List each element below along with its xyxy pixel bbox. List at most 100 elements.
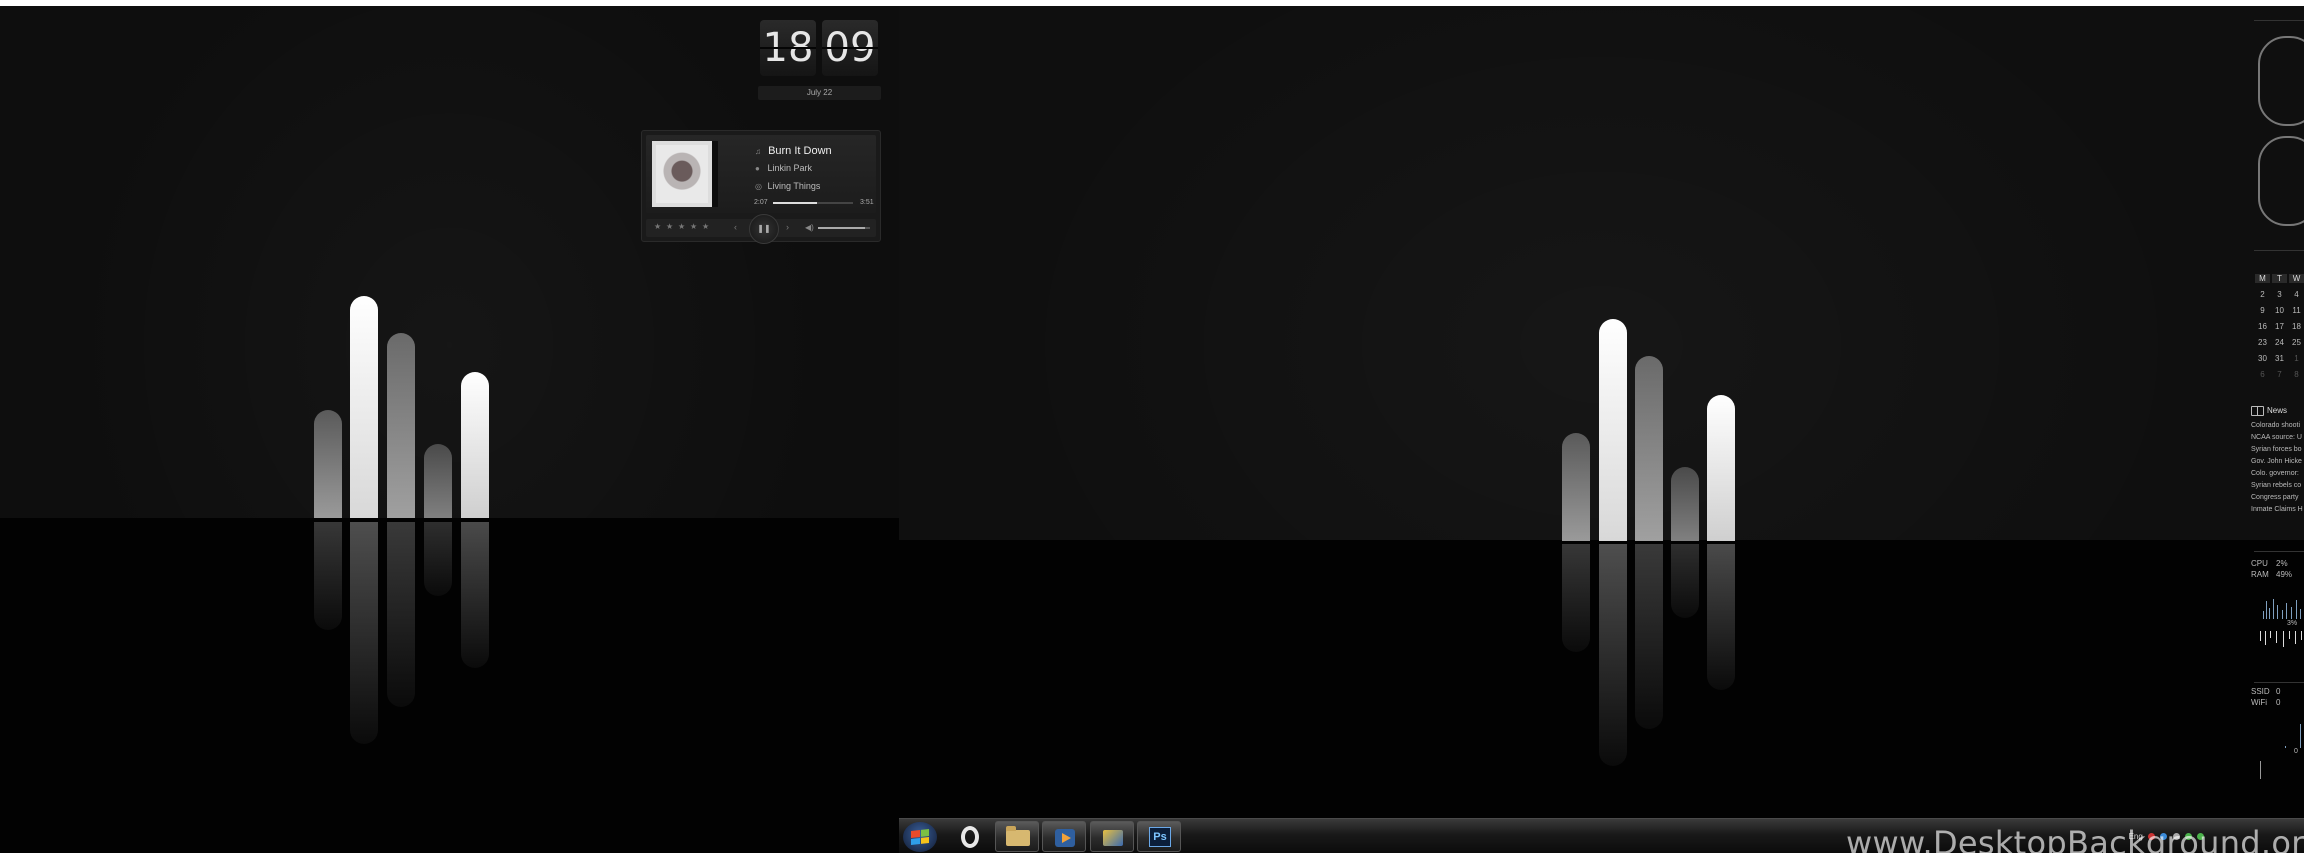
rating-star-icon[interactable]: ★ <box>690 222 697 231</box>
flip-clock: 18 09 <box>760 20 878 76</box>
logo-bar-5 <box>461 372 489 518</box>
clock-hour: 18 <box>760 20 816 76</box>
reflection-bar-5 <box>461 522 489 668</box>
calendar-day[interactable]: 17 <box>2272 322 2287 331</box>
big-clock-digit <box>2258 36 2304 126</box>
reflection-bar-4 <box>424 522 452 596</box>
news-item[interactable]: Syrian rebels co <box>2251 482 2301 489</box>
taskbar-media-button[interactable] <box>1042 821 1086 852</box>
news-item[interactable]: Colorado shooti <box>2251 422 2300 429</box>
calendar-day[interactable]: 8 <box>2289 370 2304 379</box>
graph-bar <box>2283 631 2284 647</box>
opera-icon <box>961 826 979 848</box>
seek-bar[interactable] <box>773 202 853 204</box>
graph-bar <box>2273 599 2274 619</box>
calendar-day[interactable]: 2 <box>2255 290 2270 299</box>
next-icon[interactable]: › <box>786 222 789 232</box>
news-item[interactable]: Gov. John Hicke <box>2251 458 2302 465</box>
rating-star-icon[interactable]: ★ <box>666 222 673 231</box>
previous-icon[interactable]: ‹ <box>734 222 737 232</box>
volume-icon[interactable]: ◀) <box>805 223 814 232</box>
news-item[interactable]: Congress party <box>2251 494 2298 501</box>
graph-bar <box>2270 631 2271 638</box>
rating-star-icon[interactable]: ★ <box>678 222 685 231</box>
news-item[interactable]: NCAA source: U <box>2251 434 2302 441</box>
wifi-label: WiFi <box>2251 698 2267 707</box>
graph-bar <box>2300 609 2301 619</box>
calendar-day[interactable]: 24 <box>2272 338 2287 347</box>
logo-bar-5 <box>1707 395 1735 541</box>
calendar-day[interactable]: 4 <box>2289 290 2304 299</box>
logo-bar-4 <box>1671 467 1699 541</box>
network-axis <box>2260 761 2261 779</box>
calendar-day[interactable]: 9 <box>2255 306 2270 315</box>
graph-bar <box>2260 631 2261 641</box>
logo-bar-1 <box>314 410 342 518</box>
tool-icon <box>1103 830 1123 846</box>
graph-bar <box>2266 601 2267 619</box>
rating-star-icon[interactable]: ★ <box>654 222 661 231</box>
calendar-day[interactable]: 7 <box>2272 370 2287 379</box>
album-art[interactable] <box>652 141 718 207</box>
logo-reflection <box>314 522 489 744</box>
taskbar-photoshop-button[interactable]: Ps <box>1137 821 1181 852</box>
separator <box>2254 20 2304 21</box>
calendar-day[interactable]: 18 <box>2289 322 2304 331</box>
ram-value: 49% <box>2276 570 2293 579</box>
clock-date: July 22 <box>758 86 881 100</box>
news-item[interactable]: Colo. governor: <box>2251 470 2299 477</box>
reflection-bar-2 <box>1599 544 1627 766</box>
calendar-day[interactable]: 10 <box>2272 306 2287 315</box>
start-button[interactable] <box>903 822 937 852</box>
calendar-day[interactable]: 6 <box>2255 370 2270 379</box>
calendar-day[interactable]: 23 <box>2255 338 2270 347</box>
reflection-bar-1 <box>1562 544 1590 652</box>
volume-fill <box>818 227 865 229</box>
calendar-weekday: W <box>2289 274 2304 283</box>
graph-bar <box>2301 631 2302 640</box>
reflection-bar-4 <box>1671 544 1699 618</box>
calendar-day[interactable]: 30 <box>2255 354 2270 363</box>
reflection-bar-3 <box>387 522 415 707</box>
cpu-graph <box>2255 594 2304 619</box>
photoshop-icon: Ps <box>1149 827 1171 847</box>
taskbar-explorer-button[interactable] <box>995 821 1039 852</box>
separator <box>2254 551 2304 552</box>
net-value: 3% <box>2287 620 2298 627</box>
calendar-day[interactable]: 1 <box>2289 354 2304 363</box>
taskbar-tool-button[interactable] <box>1090 821 1134 852</box>
graph-bar <box>2269 608 2270 619</box>
big-clock-digit <box>2258 136 2304 226</box>
calendar-day[interactable]: 31 <box>2272 354 2287 363</box>
calendar-day[interactable]: 3 <box>2272 290 2287 299</box>
separator <box>2254 250 2304 251</box>
logo-bar-3 <box>1635 356 1663 541</box>
flag-green <box>920 829 929 837</box>
taskbar-opera-button[interactable] <box>947 821 991 852</box>
disc-icon: ◎ <box>755 182 762 191</box>
news-item[interactable]: Syrian forces bo <box>2251 446 2302 453</box>
calendar-day[interactable]: 11 <box>2289 306 2304 315</box>
rating-star-icon[interactable]: ★ <box>702 222 709 231</box>
play-triangle-icon <box>1062 833 1071 843</box>
logo-bar-3 <box>387 333 415 518</box>
track-artist: Linkin Park <box>767 163 813 173</box>
seek-fill <box>773 202 817 204</box>
watermark: www.DesktopBackground.org <box>1846 824 2304 853</box>
logo-bars <box>314 296 489 518</box>
graph-bar <box>2286 603 2287 619</box>
logo-bar-2 <box>350 296 378 518</box>
volume-slider[interactable] <box>818 227 870 229</box>
music-note-icon: ♫ <box>755 147 761 156</box>
player-controls: ★ ★ ★ ★ ★ ‹ ❚❚ › ◀) <box>646 214 876 244</box>
ssid-value: 0 <box>2276 687 2281 696</box>
news-title: News <box>2267 406 2288 415</box>
calendar-day[interactable]: 16 <box>2255 322 2270 331</box>
news-item[interactable]: Inmate Claims H <box>2251 506 2303 513</box>
graph-bar <box>2291 607 2292 619</box>
graph-bar <box>2276 631 2277 643</box>
calendar-day[interactable]: 25 <box>2289 338 2304 347</box>
play-pause-button[interactable]: ❚❚ <box>749 214 779 244</box>
book-icon <box>2251 406 2264 416</box>
left-monitor: 18 09 July 22 ♫ Burn It Down ● Linkin Pa… <box>0 6 899 853</box>
